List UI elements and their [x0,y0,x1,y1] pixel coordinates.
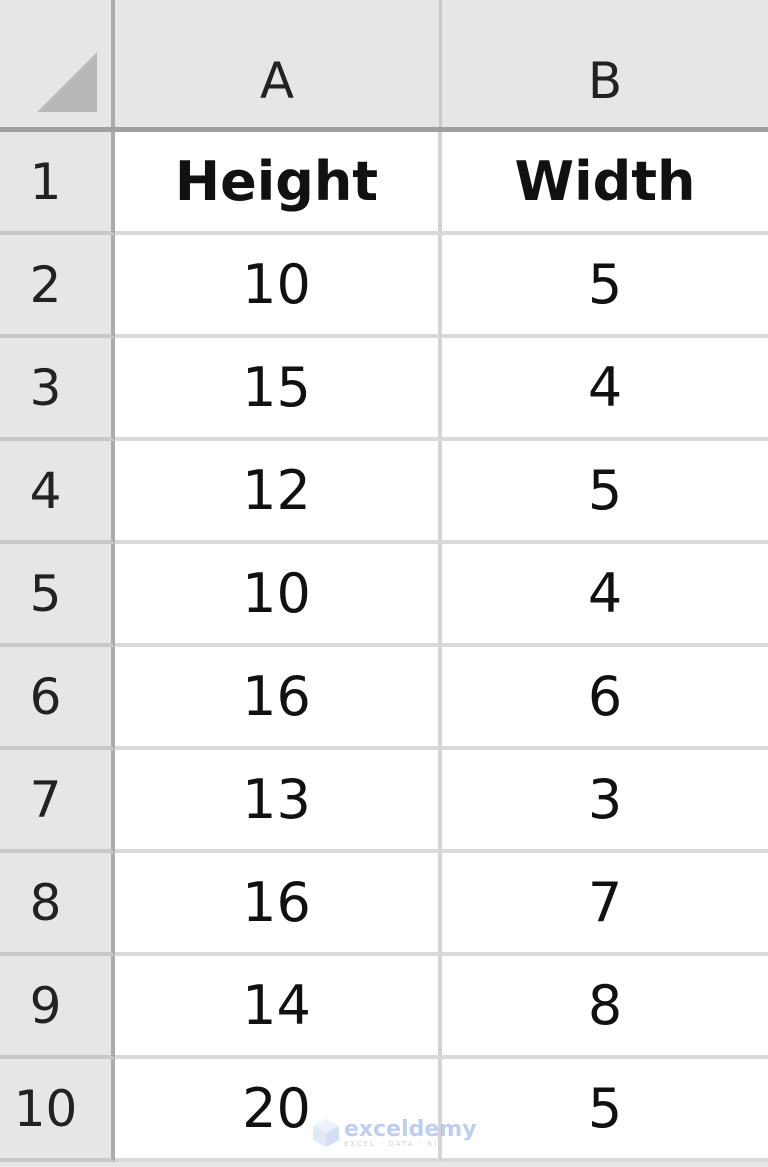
row-header[interactable]: 6 [0,647,115,750]
cell-b[interactable]: Width [442,132,768,235]
cell-a[interactable]: 12 [115,441,442,544]
cell-a[interactable]: Height [115,132,442,235]
cell-a[interactable]: 13 [115,750,442,853]
row-header[interactable]: 1 [0,132,115,235]
select-all-triangle-icon [37,52,97,112]
table-row: 6 16 6 [0,647,768,750]
watermark: exceldemy EXCEL · DATA · BI [312,1118,477,1148]
row-header[interactable]: 3 [0,338,115,441]
cell-a[interactable]: 10 [115,235,442,338]
cell-a[interactable]: 14 [115,956,442,1059]
spreadsheet-grid: A B 1 Height Width 2 10 5 3 15 4 4 12 5 5 10 4 6 16 6 7 13 3… [0,0,768,1167]
cell-a[interactable]: 15 [115,338,442,441]
watermark-tagline: EXCEL · DATA · BI [344,1139,439,1148]
cell-b[interactable]: 5 [442,235,768,338]
cell-a[interactable]: 16 [115,647,442,750]
table-row: 7 13 3 [0,750,768,853]
row-header[interactable]: 4 [0,441,115,544]
cell-b[interactable]: 5 [442,441,768,544]
cell-b[interactable]: 5 [442,1059,768,1162]
cell-b[interactable]: 8 [442,956,768,1059]
row-header[interactable]: 7 [0,750,115,853]
watermark-brand: exceldemy [344,1116,477,1142]
cell-b[interactable]: 4 [442,544,768,647]
cell-b[interactable]: 4 [442,338,768,441]
cell-b[interactable]: 6 [442,647,768,750]
select-all-button[interactable] [0,0,115,130]
cell-a[interactable]: 10 [115,544,442,647]
row-header[interactable]: 9 [0,956,115,1059]
row-header[interactable]: 2 [0,235,115,338]
row-header[interactable]: 8 [0,853,115,956]
table-row: 5 10 4 [0,544,768,647]
table-row: 9 14 8 [0,956,768,1059]
cell-a[interactable]: 16 [115,853,442,956]
table-row: 4 12 5 [0,441,768,544]
column-header-a[interactable]: A [115,0,442,130]
table-row: 1 Height Width [0,132,768,235]
exceldemy-logo-icon [313,1119,339,1147]
row-header[interactable]: 10 [0,1059,115,1162]
cell-b[interactable]: 7 [442,853,768,956]
table-row: 8 16 7 [0,853,768,956]
table-row: 2 10 5 [0,235,768,338]
row-header[interactable]: 5 [0,544,115,647]
cell-b[interactable]: 3 [442,750,768,853]
column-header-b[interactable]: B [442,0,768,130]
table-row: 3 15 4 [0,338,768,441]
rows-container: 1 Height Width 2 10 5 3 15 4 4 12 5 5 10 4 6 16 6 7 13 3 8 16 7… [0,132,768,1162]
